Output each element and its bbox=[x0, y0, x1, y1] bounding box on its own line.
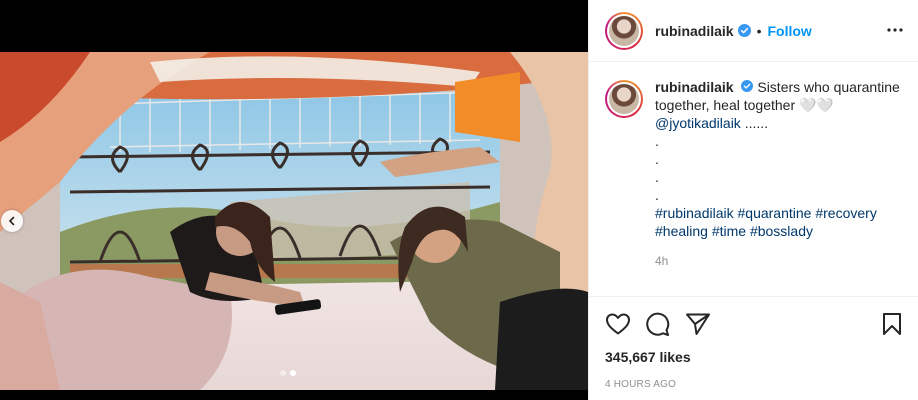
post-actions-area: 345,667 likes 4 HOURS AGO bbox=[589, 296, 918, 390]
heart-icon[interactable] bbox=[605, 312, 631, 336]
chevron-left-icon bbox=[8, 216, 15, 226]
carousel-prev-button[interactable] bbox=[1, 210, 23, 232]
caption-avatar bbox=[609, 84, 639, 114]
hashtag-link[interactable]: #rubinadilaik bbox=[655, 205, 734, 221]
story-ring[interactable] bbox=[605, 11, 643, 50]
separator-dot: • bbox=[756, 22, 762, 39]
verified-badge-icon bbox=[741, 80, 754, 92]
instagram-post: rubinadilaik • Follow rubinadilaik Siste… bbox=[0, 0, 918, 400]
caption-username[interactable]: rubinadilaik bbox=[655, 79, 734, 95]
carousel-dot[interactable] bbox=[280, 370, 286, 376]
caption-body: rubinadilaik Sisters who quarantine toge… bbox=[655, 78, 900, 292]
verified-badge-icon bbox=[737, 24, 751, 37]
follow-button[interactable]: Follow bbox=[767, 23, 811, 39]
hashtag-link[interactable]: #quarantine bbox=[738, 205, 812, 221]
hashtag-link[interactable]: #bosslady bbox=[750, 223, 813, 239]
hashtag-link[interactable]: #recovery bbox=[815, 205, 876, 221]
hashtag-list: #rubinadilaik #quarantine #recovery #hea… bbox=[655, 204, 900, 240]
avatar bbox=[609, 15, 639, 46]
caption-dot: . bbox=[655, 133, 659, 149]
action-bar bbox=[605, 309, 903, 339]
post-media bbox=[0, 0, 588, 400]
hashtag-link[interactable]: #time bbox=[712, 223, 746, 239]
post-header: rubinadilaik • Follow bbox=[589, 0, 918, 62]
caption-story-ring[interactable] bbox=[605, 80, 643, 118]
likes-count[interactable]: 345,667 likes bbox=[605, 349, 903, 365]
mention-link[interactable]: @jyotikadilaik bbox=[655, 115, 741, 131]
post-side-panel: rubinadilaik • Follow rubinadilaik Siste… bbox=[588, 0, 918, 400]
caption-dot: . bbox=[655, 169, 659, 185]
caption-dot: . bbox=[655, 187, 659, 203]
post-photo bbox=[0, 52, 588, 390]
caption-dot: . bbox=[655, 151, 659, 167]
carousel-dot-active[interactable] bbox=[290, 370, 296, 376]
hashtag-link[interactable]: #healing bbox=[655, 223, 708, 239]
caption-block: rubinadilaik Sisters who quarantine toge… bbox=[589, 62, 918, 292]
bookmark-icon[interactable] bbox=[881, 312, 903, 336]
share-icon[interactable] bbox=[685, 312, 711, 336]
more-options-icon[interactable] bbox=[886, 20, 904, 38]
mention-suffix: ...... bbox=[740, 115, 769, 131]
comment-icon[interactable] bbox=[645, 311, 671, 337]
post-username[interactable]: rubinadilaik bbox=[655, 23, 734, 39]
carousel-indicator bbox=[280, 370, 296, 376]
caption-age[interactable]: 4h bbox=[655, 252, 900, 270]
post-timestamp[interactable]: 4 HOURS AGO bbox=[605, 379, 903, 390]
